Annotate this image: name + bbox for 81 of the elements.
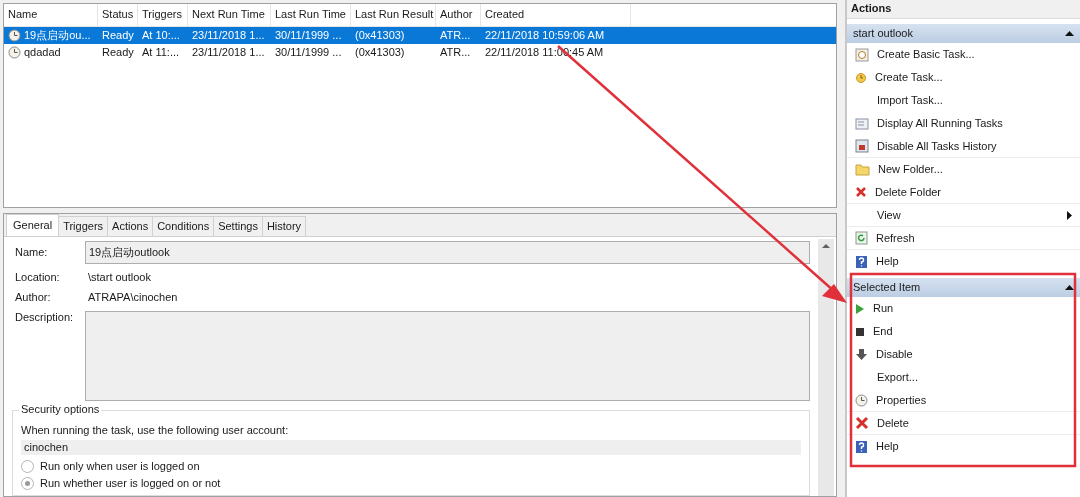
action-item[interactable]: Create Basic Task... — [877, 48, 1072, 61]
radio-button[interactable] — [21, 460, 34, 473]
account-field: cinochen — [21, 440, 801, 455]
actions-title: Actions — [847, 0, 1080, 19]
delete-icon — [855, 416, 869, 430]
scroll-up-icon[interactable] — [822, 243, 830, 249]
column-header[interactable]: Last Run Result — [351, 4, 436, 26]
column-header[interactable]: Last Run Time — [271, 4, 351, 26]
action-item[interactable]: End — [873, 325, 1072, 338]
group-header[interactable]: Selected Item — [847, 278, 1080, 297]
table-cell: 30/11/1999 ... — [275, 46, 342, 59]
action-item[interactable]: Export... — [877, 371, 1072, 384]
clock-icon — [855, 71, 867, 84]
radio-label: Run only when user is logged on — [40, 460, 200, 473]
action-item[interactable]: Properties — [876, 393, 1072, 407]
action-item[interactable]: Disable All Tasks History — [877, 139, 1072, 153]
action-item[interactable]: View — [877, 208, 1059, 222]
radio-label: Run whether user is logged on or not — [40, 477, 221, 490]
action-item[interactable]: Create Task... — [875, 71, 1072, 84]
refresh-icon — [855, 231, 868, 245]
action-item[interactable]: Delete — [877, 416, 1072, 430]
group-title: Security options — [19, 403, 102, 416]
table-cell: (0x41303) — [355, 29, 405, 42]
scrollbar[interactable] — [818, 239, 834, 496]
field-label: Name: — [14, 246, 49, 259]
table-cell: 23/11/2018 1... — [192, 46, 265, 59]
location-value: \start outlook — [87, 271, 152, 284]
clock-icon — [855, 393, 868, 407]
group-header[interactable]: start outlook — [847, 24, 1080, 43]
action-item[interactable]: Help — [876, 440, 1072, 453]
tab[interactable]: General — [6, 214, 60, 236]
table-cell: ATR... — [440, 46, 471, 59]
action-item[interactable]: Refresh — [876, 231, 1072, 245]
table-cell: 22/11/2018 10:59:06 AM — [485, 29, 605, 42]
help-icon — [855, 254, 868, 269]
account-prompt: When running the task, use the following user account: — [21, 424, 290, 437]
table-cell: At 10:... — [142, 29, 180, 42]
description-field[interactable] — [85, 311, 810, 401]
action-item[interactable]: Display All Running Tasks — [877, 117, 1072, 130]
stop-icon — [855, 326, 865, 337]
name-field[interactable]: 19点启动outlook — [85, 241, 810, 264]
action-item[interactable]: Disable — [876, 348, 1072, 361]
clock-icon — [8, 46, 21, 59]
collapse-icon — [1065, 31, 1074, 36]
tab[interactable]: History — [261, 216, 307, 236]
down-arrow-icon — [855, 348, 868, 361]
calendar-clock-icon — [855, 47, 869, 62]
column-header[interactable]: Triggers — [138, 4, 188, 26]
table-cell: qdadad — [24, 46, 61, 59]
task-row[interactable]: 19点启动ou... Ready At 10:... 23/11/2018 1... 30/11/1999 ... (0x41303) ATR... 22/11/2018 10:59:06 AM — [4, 27, 836, 44]
radio-button[interactable] — [21, 477, 34, 490]
column-header[interactable]: Status — [98, 4, 138, 26]
table-cell: At 11:... — [142, 46, 180, 59]
action-item[interactable]: New Folder... — [878, 163, 1072, 176]
action-item[interactable]: Help — [876, 255, 1072, 268]
table-cell: 30/11/1999 ... — [275, 29, 342, 42]
table-cell: 23/11/2018 1... — [192, 29, 265, 42]
table-cell: 19点启动ou... — [24, 29, 91, 42]
field-label: Author: — [14, 291, 52, 304]
author-value: ATRAPA\cinochen — [87, 291, 179, 304]
folder-icon — [855, 163, 870, 176]
column-header[interactable]: Name — [4, 4, 98, 26]
play-icon — [855, 302, 865, 315]
collapse-icon — [1065, 285, 1074, 290]
help-icon — [855, 439, 868, 454]
action-item[interactable]: Import Task... — [877, 94, 1072, 107]
table-cell: (0x41303) — [355, 46, 405, 59]
column-header[interactable]: Author — [436, 4, 481, 26]
action-item[interactable]: Run — [873, 302, 1072, 315]
action-item[interactable]: Delete Folder — [875, 185, 1072, 199]
task-list-icon — [855, 116, 869, 131]
table-cell: Ready — [102, 29, 134, 42]
x-icon — [855, 186, 867, 198]
column-header[interactable]: Next Run Time — [188, 4, 271, 26]
history-panel-icon — [855, 139, 869, 153]
column-header[interactable]: Created — [481, 4, 631, 26]
field-label: Location: — [14, 271, 61, 284]
table-cell: Ready — [102, 46, 134, 59]
field-label: Description: — [14, 311, 75, 324]
table-cell: ATR... — [440, 29, 471, 42]
clock-icon — [8, 29, 21, 42]
